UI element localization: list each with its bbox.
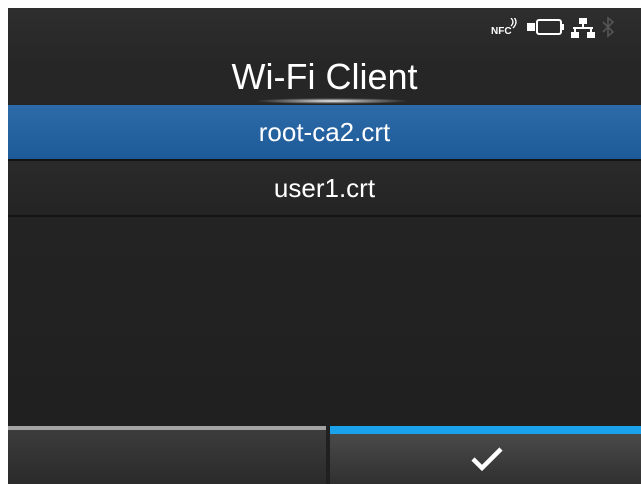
check-icon: [471, 447, 503, 472]
list-item-label: root-ca2.crt: [258, 117, 391, 147]
device-screen: NFC Wi-Fi Client root-ca2.crt user1.crt: [8, 8, 641, 484]
battery-icon: [527, 19, 564, 35]
softkey-bar: [8, 426, 641, 484]
title-underline: [254, 98, 410, 104]
confirm-button[interactable]: [330, 426, 641, 484]
nfc-icon: NFC: [491, 18, 517, 36]
page-title: Wi-Fi Client: [231, 56, 418, 97]
list-item[interactable]: user1.crt: [8, 161, 641, 217]
certificate-list: root-ca2.crt user1.crt: [8, 105, 641, 217]
lan-icon: [571, 18, 595, 38]
bluetooth-icon: [602, 16, 615, 38]
svg-text:NFC: NFC: [491, 26, 512, 36]
status-bar: NFC: [471, 16, 641, 38]
list-item[interactable]: root-ca2.crt: [8, 105, 641, 161]
list-item-label: user1.crt: [273, 173, 376, 203]
softkey-left-button[interactable]: [8, 426, 326, 484]
